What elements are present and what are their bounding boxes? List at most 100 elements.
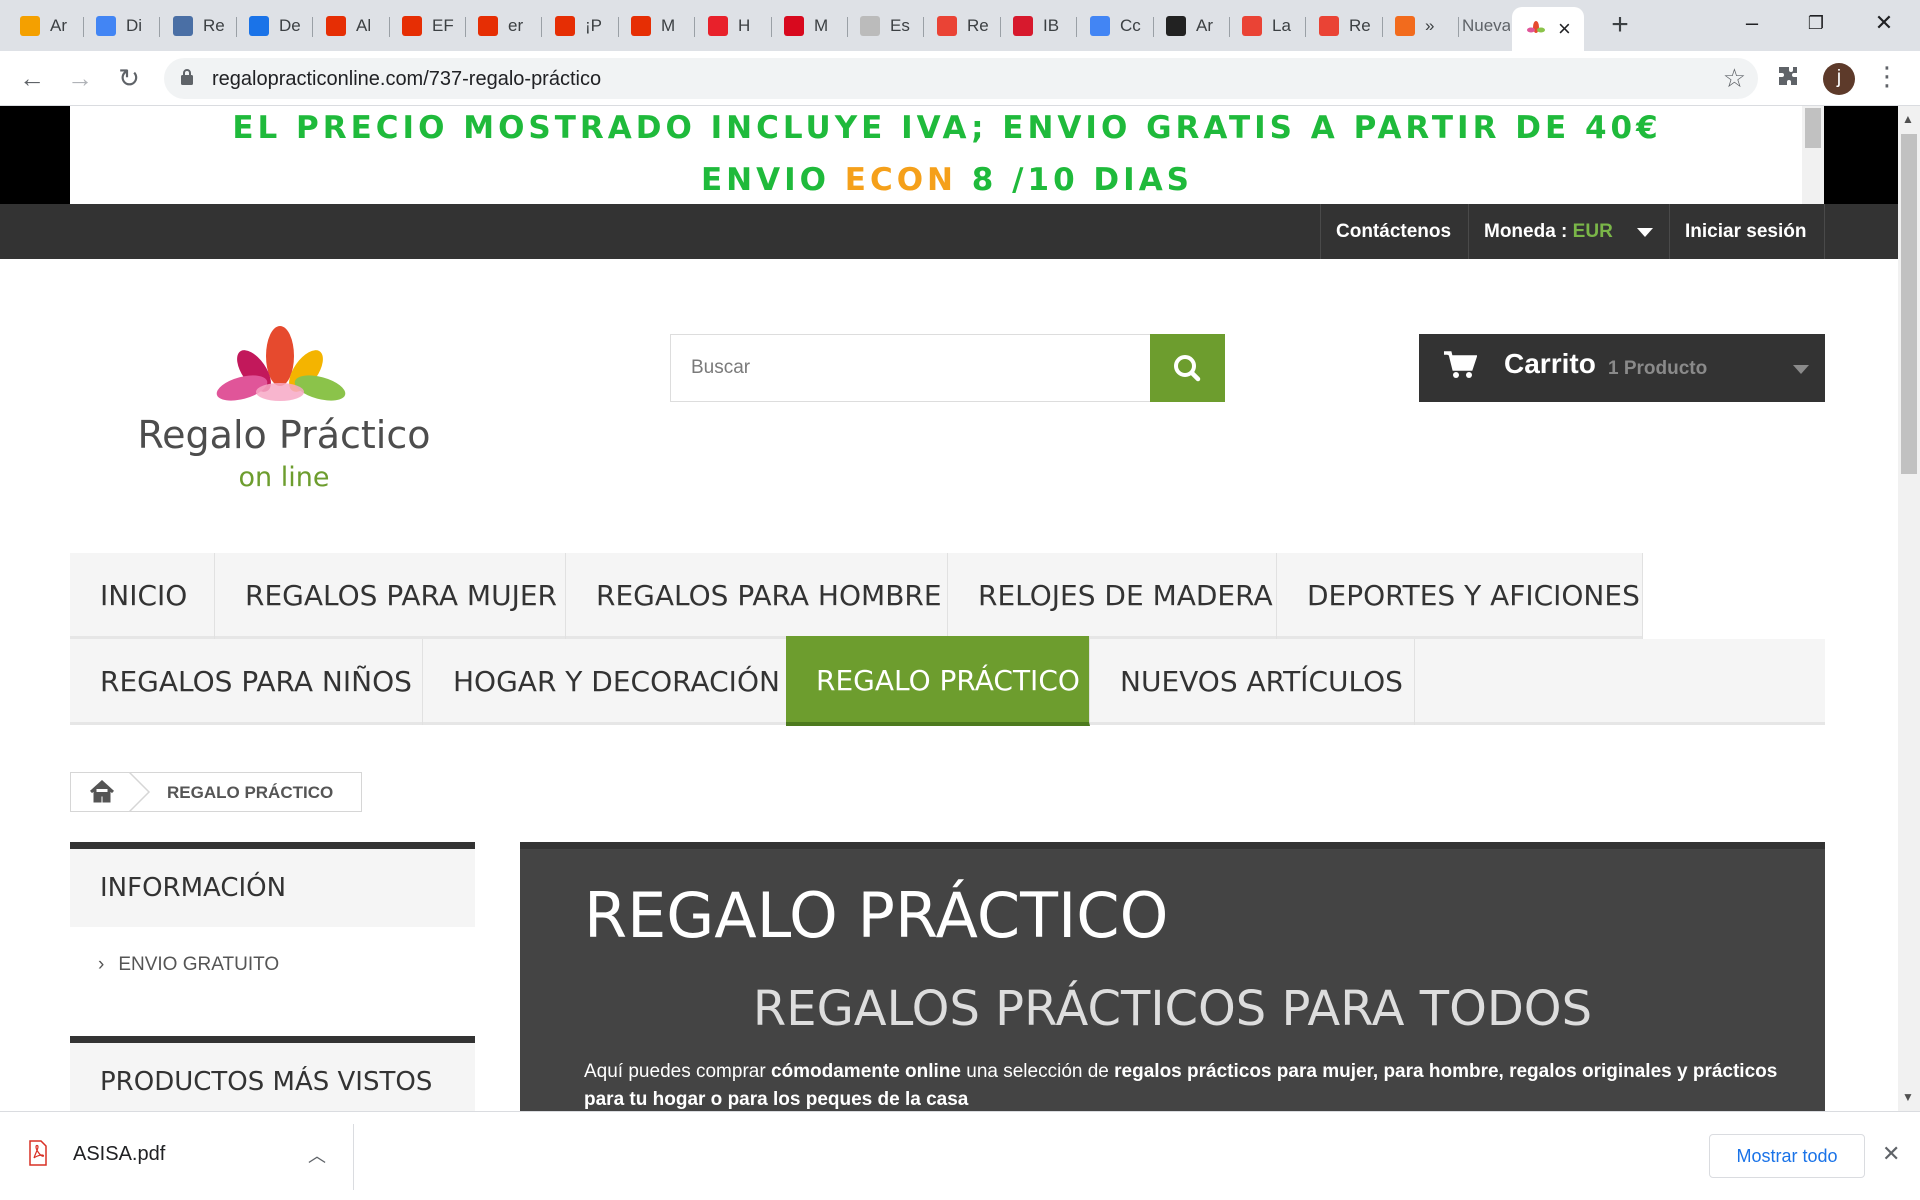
tab-7[interactable]: ¡P [543,9,619,43]
tab-active[interactable]: × [1512,7,1584,51]
reload-button[interactable]: ↻ [112,61,146,95]
contact-link[interactable]: Contáctenos [1320,204,1468,259]
tab-6[interactable]: er [466,9,542,43]
currency-selector[interactable]: Moneda : EUR [1468,204,1669,259]
menu-row-2: REGALOS PARA NIÑOS HOGAR Y DECORACIÓN RE… [70,636,1825,726]
aliexpress-icon [631,16,651,36]
back-button[interactable]: ← [15,61,49,95]
menu-row-1: INICIO REGALOS PARA MUJER REGALOS PARA H… [70,553,1643,639]
tab-11[interactable]: Es [848,9,924,43]
lock-icon [181,69,193,85]
bookmark-star-icon[interactable]: ☆ [1723,63,1746,94]
tab-title: Ar [50,16,67,35]
sidebar-link-envio[interactable]: › ENVIO GRATUITO [70,954,279,976]
address-bar[interactable]: regalopracticonline.com/737-regalo-práct… [164,58,1758,99]
tab-title: EF [432,16,454,35]
sidebar-link-label: ENVIO GRATUITO [118,954,280,975]
tab-2[interactable]: Re [161,9,237,43]
menu-item-regalos-mujer[interactable]: REGALOS PARA MUJER [215,553,566,639]
tab-title: La [1272,16,1291,35]
close-tab-icon[interactable]: × [1558,16,1571,42]
tab-title: Re [967,16,989,35]
currency-value: EUR [1572,221,1613,242]
restore-button[interactable]: ❐ [1786,8,1846,40]
login-link[interactable]: Iniciar sesión [1669,204,1825,259]
tab-new-tab[interactable]: Nueva [1450,9,1510,43]
scrollbar-thumb[interactable] [1901,134,1917,474]
cart-button[interactable]: Carrito 1 Producto [1419,334,1825,402]
forward-button[interactable]: → [63,61,97,95]
page-scrollbar[interactable]: ▲ ▼ [1898,106,1920,1111]
chevron-up-icon[interactable]: ︿ [308,1142,326,1168]
logo-subtitle: on line [238,462,330,493]
tab-14[interactable]: Cc [1078,9,1154,43]
sidebar-info-block: INFORMACIÓN [70,842,475,927]
banner-scrollbar[interactable] [1802,106,1824,204]
scroll-down-arrow-icon[interactable]: ▼ [1902,1090,1914,1104]
download-bar: ASISA.pdf ︿ Mostrar todo ✕ [0,1111,1920,1200]
tab-title: » [1425,16,1435,35]
breadcrumb-home[interactable] [71,773,131,811]
minimize-button[interactable]: – [1722,8,1782,40]
scroll-up-arrow-icon[interactable]: ▲ [1902,112,1914,126]
tab-13[interactable]: IB [1001,9,1077,43]
promo-text: 8 /10 DIAS [957,162,1194,198]
h-icon [708,16,728,36]
tab-separator [1076,17,1077,37]
tab-separator [541,17,542,37]
site-logo[interactable]: Regalo Práctico on line [134,316,434,506]
breadcrumb-current[interactable]: REGALO PRÁCTICO [167,783,333,803]
menu-item-relojes-madera[interactable]: RELOJES DE MADERA [948,553,1277,639]
promo-line-2: ENVIO ECON 8 /10 DIAS [70,162,1824,198]
menu-item-regalos-hombre[interactable]: REGALOS PARA HOMBRE [566,553,948,639]
menu-item-regalo-practico[interactable]: REGALO PRÁCTICO [786,636,1090,726]
close-download-bar-icon[interactable]: ✕ [1882,1141,1900,1167]
menu-item-hogar[interactable]: HOGAR Y DECORACIÓN [423,639,789,725]
tab-12[interactable]: Re [925,9,1001,43]
tab-separator [312,17,313,37]
tab-9[interactable]: H [696,9,772,43]
tab-title: M [814,16,829,35]
tab-18[interactable]: » [1383,9,1459,43]
category-subtitle: REGALOS PRÁCTICOS PARA TODOS [752,981,1593,1037]
show-all-downloads-button[interactable]: Mostrar todo [1709,1134,1865,1178]
tab-title: Cc [1120,16,1141,35]
tab-0[interactable]: Ar [8,9,84,43]
tab-10[interactable]: M [772,9,848,43]
tab-17[interactable]: Re [1307,9,1383,43]
desc-bold: , [1372,1061,1384,1082]
tab-8[interactable]: M [619,9,695,43]
search-input[interactable] [671,335,1149,401]
close-window-button[interactable]: ✕ [1854,8,1914,40]
tab-4[interactable]: Al [314,9,390,43]
menu-item-inicio[interactable]: INICIO [70,553,215,639]
sidebar-most-viewed-block: PRODUCTOS MÁS VISTOS [70,1036,475,1111]
extensions-puzzle-icon[interactable] [1776,64,1800,95]
tab-3[interactable]: De [237,9,313,43]
menu-item-nuevos[interactable]: NUEVOS ARTÍCULOS [1090,639,1415,725]
desc-text: Aquí puedes comprar [584,1061,771,1082]
tab-16[interactable]: La [1230,9,1306,43]
desc-bold: cómodamente online [770,1061,961,1082]
chevron-down-icon [1637,228,1653,237]
search-box [670,334,1225,402]
promo-banner: EL PRECIO MOSTRADO INCLUYE IVA; ENVIO GR… [0,106,1898,204]
desc-bold: regalos prácticos para mujer [1114,1061,1373,1082]
menu-item-regalos-ninos[interactable]: REGALOS PARA NIÑOS [70,639,423,725]
tab-strip: Ar Di Re De Al EF er ¡P M H M Es Re IB Cc Ar La Re » Nueva… [0,0,1920,51]
tab-1[interactable]: Di [84,9,160,43]
chevron-right-icon: › [98,954,105,975]
sidebar-most-viewed-title: PRODUCTOS MÁS VISTOS [70,1043,475,1111]
tab-15[interactable]: Ar [1154,9,1230,43]
search-button[interactable] [1150,334,1225,402]
google-ads-icon [1090,16,1110,36]
download-filename: ASISA.pdf [73,1143,166,1165]
people-icon [173,16,193,36]
profile-avatar[interactable]: j [1823,63,1855,95]
menu-kebab-icon[interactable]: ⋮ [1874,61,1900,92]
page-icon [860,16,880,36]
menu-item-deportes[interactable]: DEPORTES Y AFICIONES [1277,553,1643,639]
tab-separator [159,17,160,37]
tab-5[interactable]: EF [390,9,466,43]
new-tab-button[interactable]: + [1604,10,1636,42]
